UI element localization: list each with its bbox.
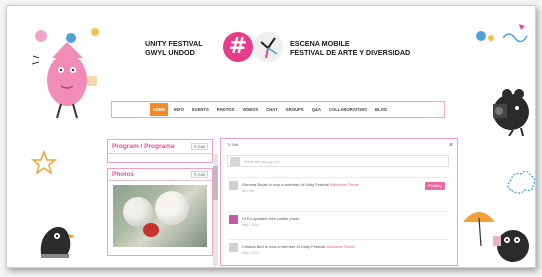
feed-panel-header: ✎ Edit × <box>221 139 457 151</box>
nav-item-groups[interactable]: GROUPS <box>286 107 304 112</box>
nav-item-events[interactable]: EVENTS <box>192 107 209 112</box>
cloud-doodle-icon <box>507 170 535 194</box>
scrollbar-thumb[interactable] <box>213 166 218 200</box>
unity-festival-logo[interactable]: UNITY FESTIVAL GWYL UNDOD <box>145 39 225 57</box>
logo-line-1: UNITY FESTIVAL <box>145 39 203 48</box>
posting-button[interactable]: Posting <box>425 182 445 190</box>
feed-item-message: Cristina Bird is now a member of Unity F… <box>242 244 325 249</box>
feed-item-message: Gemma Bryan is now a member of Unity Fes… <box>242 182 329 187</box>
star-doodle-icon <box>31 150 57 175</box>
feed-item: Gemma Bryan is now a member of Unity Fes… <box>227 177 449 195</box>
nav-item-info[interactable]: INFO <box>174 107 184 112</box>
feed-item: Cristina Bird is now a member of Unity F… <box>227 239 449 257</box>
browser-frame: UNITY FESTIVAL GWYL UNDOD # ESCENA MOBIL… <box>6 5 536 268</box>
program-panel-header: Program / Programa ✎ Edit <box>108 140 212 154</box>
photo-detail <box>155 191 189 225</box>
umbrella-creature-illustration <box>463 212 529 262</box>
photo-detail <box>143 223 159 237</box>
avatar[interactable] <box>229 243 238 252</box>
nav-item-videos[interactable]: VIDEOS <box>242 107 258 112</box>
welcome-link[interactable]: Welcome Them! <box>326 244 355 249</box>
nav-item-chat[interactable]: CHAT <box>266 107 277 112</box>
nav-item-photos[interactable]: PHOTOS <box>217 107 235 112</box>
featured-photo[interactable] <box>113 185 207 247</box>
avatar[interactable] <box>229 181 238 190</box>
feed-item-time: May 1 2014 <box>242 251 259 255</box>
logo-line-2: GWYL UNDOD <box>145 48 195 57</box>
status-post-input[interactable]: What are you up to? <box>227 155 449 167</box>
avatar[interactable] <box>229 215 238 224</box>
photos-panel: Photos ✎ Edit <box>107 168 213 256</box>
feed-item-time: 6h 1 min <box>242 189 255 193</box>
scrollbar[interactable] <box>213 154 218 266</box>
status-placeholder: What are you up to? <box>244 158 281 164</box>
black-bird-illustration <box>40 227 75 258</box>
program-panel-title: Program / Programa <box>112 143 175 150</box>
activity-feed-panel: ✎ Edit × What are you up to? Gemma Bryan… <box>220 138 458 266</box>
photos-panel-title: Photos <box>112 171 135 178</box>
feed-item-text: Gemma Bryan is now a member of Unity Fes… <box>242 182 359 187</box>
avatar <box>230 157 240 166</box>
camera-creature-illustration <box>493 89 529 136</box>
program-edit-button[interactable]: ✎ Edit <box>190 143 208 150</box>
feed-item-message: Hi Ed updated their profile photo <box>242 216 300 221</box>
main-nav: HOME INFO EVENTS PHOTOS VIDEOS CHAT GROU… <box>111 101 445 118</box>
logo-line-2: FESTIVAL DE ARTE Y DIVERSIDAD <box>290 48 411 57</box>
feed-item-text: Hi Ed updated their profile photo <box>242 216 299 221</box>
logo-line-1: ESCENA MOBILE <box>290 39 350 48</box>
welcome-link[interactable]: Welcome Them! <box>330 182 359 187</box>
photos-panel-header: Photos ✎ Edit <box>108 169 212 181</box>
feed-item: Hi Ed updated their profile photo May 1 … <box>227 211 449 229</box>
feed-item-time: May 1 2014 <box>242 223 259 227</box>
escena-mobile-emblem-icon <box>253 32 283 62</box>
flag-doodle-icon <box>476 24 528 43</box>
close-icon[interactable]: × <box>449 142 453 149</box>
hashtag-logo-icon: # <box>223 32 253 62</box>
nav-item-home[interactable]: HOME <box>150 103 168 116</box>
feed-edit-button[interactable]: ✎ Edit <box>225 142 240 149</box>
pink-creature-illustration <box>31 28 99 119</box>
nav-item-blog[interactable]: BLOG <box>375 107 387 112</box>
nav-item-qa[interactable]: Q&A <box>312 107 321 112</box>
program-panel: Program / Programa ✎ Edit <box>107 139 213 163</box>
escena-mobile-logo[interactable]: ESCENA MOBILE FESTIVAL DE ARTE Y DIVERSI… <box>290 39 450 57</box>
nav-item-collaborators[interactable]: COLLABORATORS <box>329 107 367 112</box>
photos-edit-button[interactable]: ✎ Edit <box>190 171 208 178</box>
feed-item-text: Cristina Bird is now a member of Unity F… <box>242 244 355 249</box>
